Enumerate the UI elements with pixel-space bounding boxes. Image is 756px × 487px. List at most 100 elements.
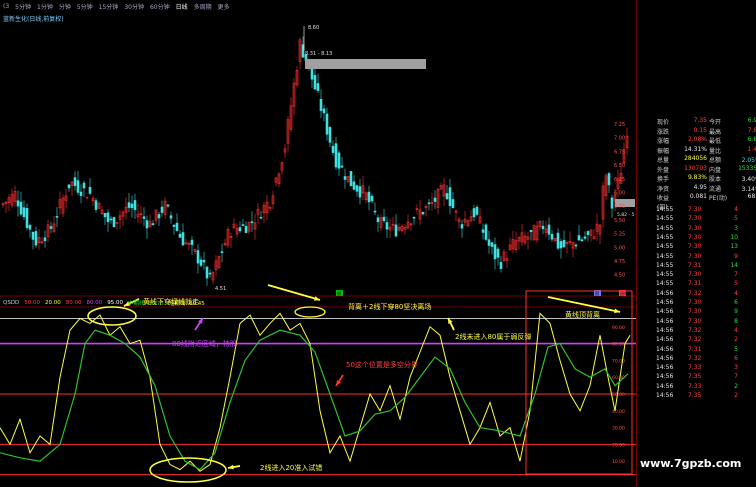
tick-time: 14:56 xyxy=(656,392,674,399)
candle-body xyxy=(157,214,161,219)
quote-cell: 涨跌 xyxy=(657,128,670,136)
candle-body xyxy=(103,212,107,218)
tick-volume: 7 xyxy=(734,271,738,279)
tick-row: 14:55 7.30 10 xyxy=(636,234,754,243)
candle-body xyxy=(607,173,611,186)
candle-body xyxy=(373,210,377,213)
tick-row: 14:56 7.35 7 xyxy=(636,373,754,382)
tick-row: 14:55 7.30 13 xyxy=(636,243,754,252)
period-tab-8[interactable]: 日线 xyxy=(176,2,188,11)
tick-time: 14:55 xyxy=(656,243,674,251)
quote-cell: 7.87 xyxy=(747,126,756,134)
period-tab-9[interactable]: 多周期 xyxy=(194,2,212,11)
candle-body xyxy=(16,200,20,207)
chart-area[interactable]: 8.608.31 - 8.135.82 - 54.51图图退市7.257.006… xyxy=(0,0,636,487)
quote-cell: 外盘 xyxy=(657,166,670,174)
tick-price: 7.30 xyxy=(688,271,702,279)
period-tab-10[interactable]: 更多 xyxy=(218,2,230,11)
candle-body xyxy=(583,236,587,239)
tick-volume: 13 xyxy=(730,243,738,251)
quote-cell: 总额 xyxy=(709,157,722,164)
tick-row: 14:56 7.32 2 xyxy=(636,336,754,345)
indicator-header-item: 95.00 xyxy=(107,299,124,306)
period-tab-2[interactable]: 1分钟 xyxy=(37,2,53,11)
candle-body xyxy=(559,241,563,249)
price-axis-label: 6.75 xyxy=(614,149,625,155)
candle-body xyxy=(106,212,110,223)
period-tab-7[interactable]: 60分钟 xyxy=(150,2,170,11)
candle-body xyxy=(352,181,356,190)
tick-volume: 4 xyxy=(734,326,738,334)
tick-price: 7.32 xyxy=(688,289,702,297)
tick-row: 14:56 7.32 6 xyxy=(636,355,754,364)
quote-row: 涨幅 2.08%最低 6.85 xyxy=(636,136,756,145)
annotation-2: 背离＋2线下穿80坚决离场 xyxy=(348,303,432,311)
tick-price: 7.30 xyxy=(688,224,702,232)
quote-cell: 换手 xyxy=(657,176,670,183)
tick-price: 7.30 xyxy=(688,243,702,251)
quote-cell: 2.08% xyxy=(687,136,707,143)
price-axis-label: 5.25 xyxy=(614,232,625,238)
quote-cell: 总量 xyxy=(657,157,670,164)
quote-cell: 7.35 xyxy=(693,117,707,124)
quote-cell: 净资 xyxy=(657,185,670,193)
candle-body xyxy=(451,199,455,208)
tick-price: 7.30 xyxy=(688,317,702,325)
tick-volume: 6 xyxy=(734,299,738,306)
tick-time: 14:56 xyxy=(656,336,674,344)
candle-body xyxy=(310,67,314,80)
candle-body xyxy=(28,225,32,230)
tick-row: 14:56 7.30 9 xyxy=(636,308,754,317)
quote-cell: 2.05亿 xyxy=(741,157,756,164)
candle-body xyxy=(22,207,26,218)
candle-body xyxy=(112,217,116,228)
tick-volume: 10 xyxy=(730,233,738,241)
quote-cell: 内盘 xyxy=(709,166,722,174)
candle-body xyxy=(196,250,200,264)
quote-cell: 振幅 xyxy=(657,147,670,155)
period-tab-0[interactable]: (3 xyxy=(3,3,9,10)
quote-cell: 9.83% xyxy=(687,174,707,181)
quote-cell: 股本 xyxy=(709,176,722,183)
candle-body xyxy=(325,113,329,135)
candle-body xyxy=(85,196,89,199)
candle-body xyxy=(82,182,86,189)
tick-row: 14:55 7.31 14 xyxy=(636,262,754,271)
mid-term-line xyxy=(0,329,629,471)
period-tab-6[interactable]: 30分钟 xyxy=(124,2,144,11)
candle-body xyxy=(88,186,92,194)
annotation-0: 黄线下穿绿线就走 xyxy=(143,298,199,306)
tick-row: 14:55 7.30 5 xyxy=(636,215,754,224)
quote-row: 现价 7.35今开 6.98 xyxy=(636,117,756,126)
indicator-axis-label: 30.00 xyxy=(612,426,625,432)
tick-time: 14:55 xyxy=(656,252,674,260)
tick-volume: 2 xyxy=(734,382,738,390)
indicator-header-item: 50.00 xyxy=(24,299,41,306)
period-tab-4[interactable]: 5分钟 xyxy=(77,2,93,11)
period-tab-3[interactable]: 分钟 xyxy=(59,2,71,11)
period-tab-5[interactable]: 15分钟 xyxy=(99,2,119,11)
candle-body xyxy=(169,215,173,219)
indicator-axis-label: 20.00 xyxy=(612,442,625,448)
candle-body xyxy=(220,251,224,254)
candle-body xyxy=(334,143,338,168)
period-tab-1[interactable]: 5分钟 xyxy=(15,2,31,11)
candle-body xyxy=(445,193,449,200)
tick-volume: 6 xyxy=(734,354,738,362)
candle-body xyxy=(382,216,386,221)
candle-body xyxy=(340,165,344,168)
candle-body xyxy=(316,83,320,91)
tick-row: 14:56 7.35 2 xyxy=(636,392,754,401)
candle-body xyxy=(550,233,554,240)
event-marker-label: 图 xyxy=(337,290,341,296)
tick-time: 14:55 xyxy=(656,261,674,269)
quote-cell: 4.95 xyxy=(693,183,707,191)
tick-price: 7.35 xyxy=(688,392,702,399)
tick-time: 14:56 xyxy=(656,299,674,306)
candle-body xyxy=(313,75,317,90)
tick-price: 7.30 xyxy=(688,206,702,213)
price-axis-label: 6.25 xyxy=(614,177,625,183)
tick-price: 7.30 xyxy=(688,252,702,260)
candle-body xyxy=(145,220,149,229)
candle-body xyxy=(541,225,545,230)
